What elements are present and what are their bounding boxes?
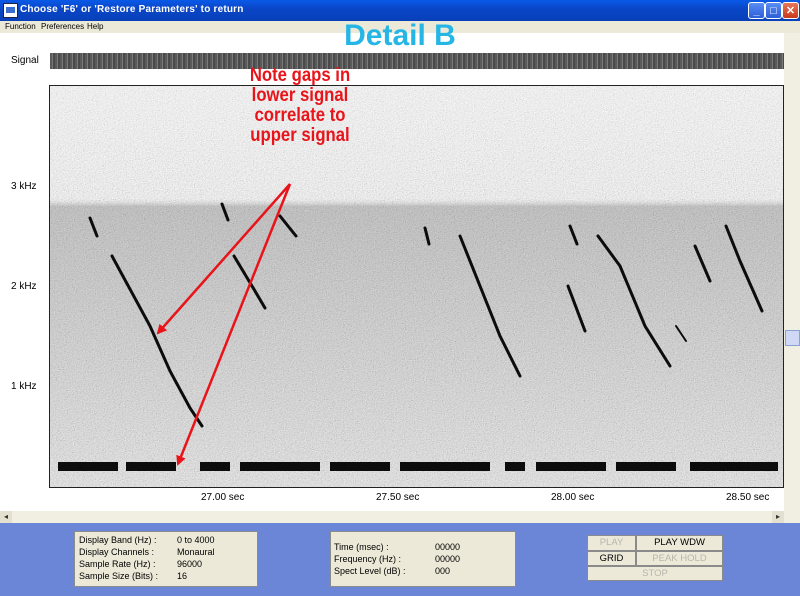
sample-rate-value: 96000 <box>177 559 203 569</box>
grid-button[interactable]: GRID <box>587 551 636 566</box>
plot-area: Detail B Signal 3 kHz 2 kHz 1 kHz 27.00 … <box>0 19 800 511</box>
sample-size-label: Sample Size (Bits) : <box>79 571 159 581</box>
vertical-scrollbar[interactable] <box>784 33 800 511</box>
play-window-button[interactable]: PLAY WDW <box>636 535 723 551</box>
display-info-box: Display Band (Hz) : 0 to 4000 Display Ch… <box>74 531 258 587</box>
spect-level-label: Spect Level (dB) : <box>334 566 406 576</box>
close-button[interactable]: ✕ <box>782 2 799 19</box>
maximize-button[interactable]: □ <box>765 2 782 19</box>
arrow-to-lower-signal <box>156 183 291 335</box>
scroll-right-icon[interactable]: ▸ <box>772 511 784 523</box>
frequency-label: Frequency (Hz) : <box>334 554 402 564</box>
annotation-arrows <box>156 183 292 466</box>
peak-hold-button[interactable]: PEAK HOLD <box>636 551 723 566</box>
time-value: 00000 <box>435 542 461 552</box>
time-label: Time (msec) : <box>334 542 389 552</box>
vertical-scroll-thumb[interactable] <box>785 330 800 346</box>
window-title: Choose 'F6' or 'Restore Parameters' to r… <box>20 4 244 15</box>
minimize-button[interactable]: _ <box>748 2 765 19</box>
spect-level-value: 000 <box>435 566 451 576</box>
app-icon[interactable] <box>3 3 18 18</box>
cursor-info-box: Time (msec) : 00000 Frequency (Hz) : 000… <box>330 531 516 587</box>
horizontal-scrollbar[interactable]: ◂ ▸ <box>0 511 800 523</box>
display-band-value: 0 to 4000 <box>177 535 215 545</box>
display-channels-value: Monaural <box>177 547 215 557</box>
display-channels-label: Display Channels : <box>79 547 155 557</box>
play-button[interactable]: PLAY <box>587 535 636 551</box>
arrow-to-baseline <box>176 183 292 466</box>
scroll-left-icon[interactable]: ◂ <box>0 511 12 523</box>
title-bar: Choose 'F6' or 'Restore Parameters' to r… <box>0 0 800 21</box>
sample-size-value: 16 <box>177 571 188 581</box>
frequency-value: 00000 <box>435 554 461 564</box>
status-panel: Display Band (Hz) : 0 to 4000 Display Ch… <box>0 523 800 596</box>
display-band-label: Display Band (Hz) : <box>79 535 157 545</box>
sample-rate-label: Sample Rate (Hz) : <box>79 559 156 569</box>
stop-button[interactable]: STOP <box>587 566 723 581</box>
